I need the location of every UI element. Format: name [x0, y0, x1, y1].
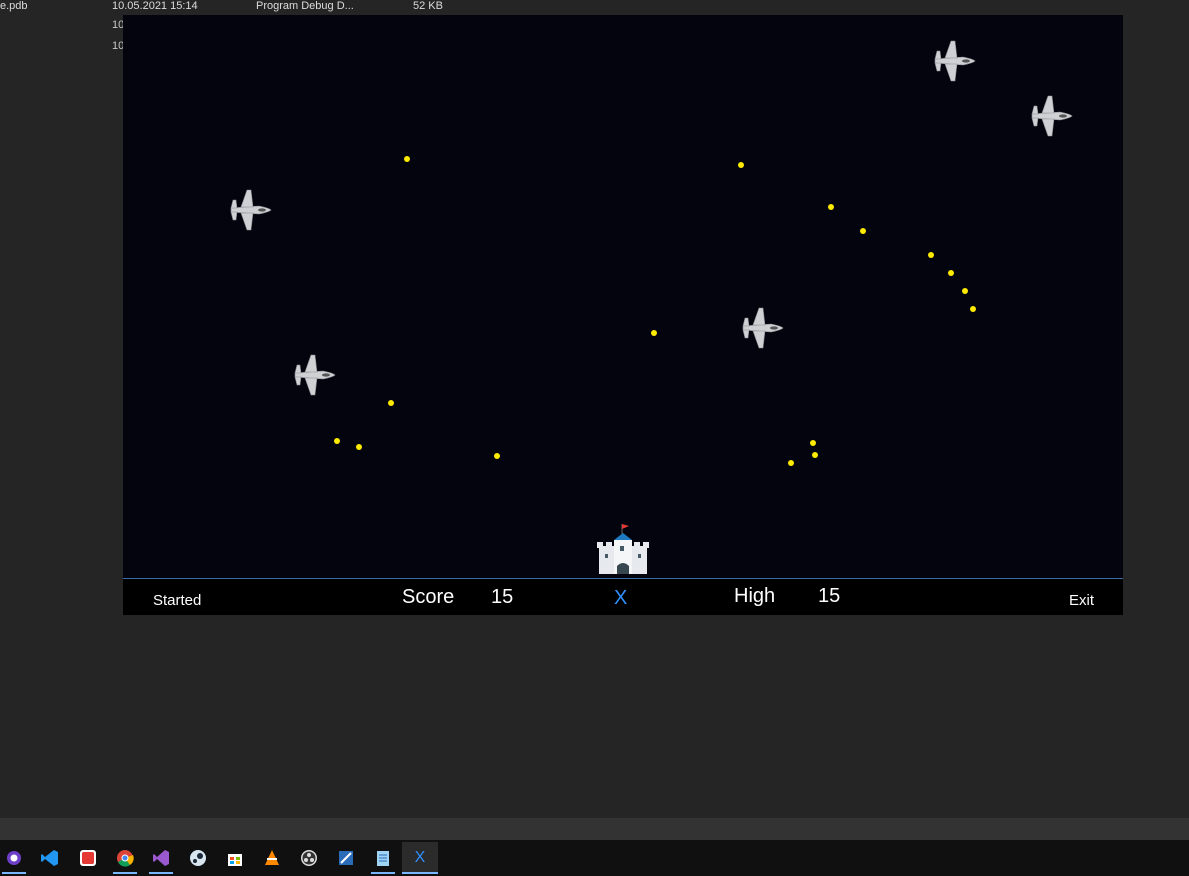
score-label: Score [402, 586, 455, 608]
file-size: 52 KB [413, 0, 443, 12]
bullet [494, 453, 500, 459]
enemy-jet-icon [1031, 95, 1073, 137]
bullet [356, 444, 362, 450]
game-status: Started [153, 592, 202, 609]
enemy-jet-icon [294, 354, 336, 396]
file-explorer-row: e.pdb 10.05.2021 15:14 Program Debug D..… [0, 0, 1189, 15]
notepad-icon[interactable] [365, 842, 401, 874]
bullet [334, 438, 340, 444]
enemy-jet-icon [934, 40, 976, 82]
file-type: Program Debug D... [256, 0, 354, 12]
exit-button[interactable]: Exit [1069, 592, 1094, 609]
vlc-icon[interactable] [254, 842, 290, 874]
enemy-jet-icon [230, 189, 272, 231]
bullet [928, 252, 934, 258]
score-value: 15 [491, 586, 514, 608]
bullet [404, 156, 410, 162]
ssms-icon[interactable] [328, 842, 364, 874]
bullet [388, 400, 394, 406]
bullet [962, 288, 968, 294]
bullet [970, 306, 976, 312]
taskbar: X [0, 840, 1189, 876]
game-window[interactable]: Started Score 15 X High 15 Exit [123, 15, 1123, 615]
store-icon[interactable] [217, 842, 253, 874]
steam-icon[interactable] [180, 842, 216, 874]
game-app-icon[interactable]: X [402, 842, 438, 874]
vscode-icon[interactable] [32, 842, 68, 874]
bullet [651, 330, 657, 336]
obs-icon[interactable] [291, 842, 327, 874]
github-desktop-icon[interactable] [0, 842, 32, 874]
file-date: 10.05.2021 15:14 [112, 0, 198, 12]
file-name[interactable]: e.pdb [0, 0, 28, 12]
high-score-value: 15 [818, 585, 841, 607]
yandex-browser-icon[interactable] [70, 842, 106, 874]
bullet [860, 228, 866, 234]
playfield[interactable] [123, 15, 1123, 578]
bullet [810, 440, 816, 446]
bullet [828, 204, 834, 210]
high-score-label: High [734, 585, 776, 607]
bullet [812, 452, 818, 458]
castle-icon [597, 524, 649, 574]
status-bar: Started Score 15 X High 15 Exit [123, 578, 1123, 615]
bullet [788, 460, 794, 466]
chrome-icon[interactable] [107, 842, 143, 874]
visual-studio-icon[interactable] [143, 842, 179, 874]
game-app-label: X [414, 849, 426, 866]
close-button[interactable]: X [614, 587, 627, 610]
taskbar-separator [0, 818, 1189, 840]
bullet [738, 162, 744, 168]
enemy-jet-icon [742, 307, 784, 349]
bullet [948, 270, 954, 276]
